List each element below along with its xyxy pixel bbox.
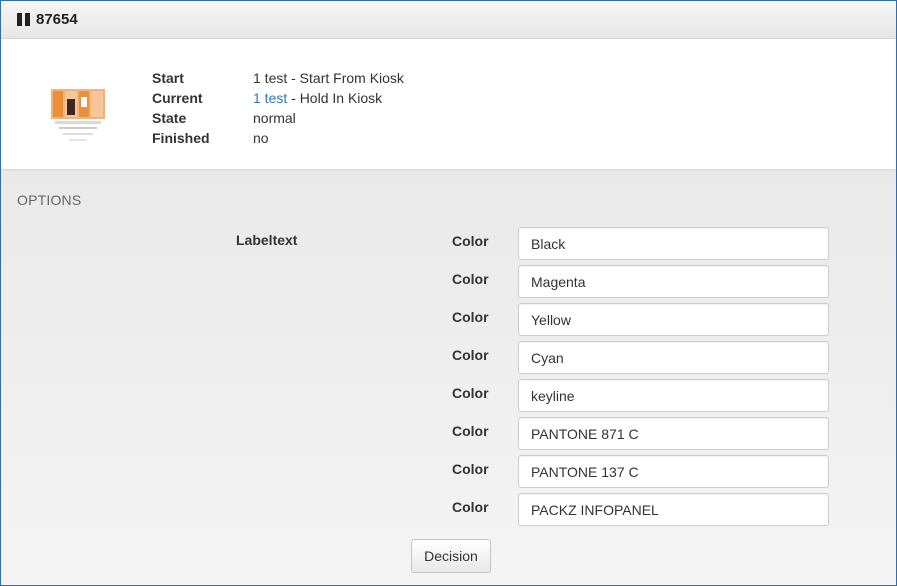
options-heading: OPTIONS — [17, 192, 82, 208]
artwork-thumbnail — [51, 89, 105, 141]
color-label: Color — [452, 385, 489, 401]
color-label: Color — [452, 461, 489, 477]
color-field-magenta[interactable] — [518, 265, 829, 298]
decision-button[interactable]: Decision — [411, 539, 491, 573]
color-field-keyline[interactable] — [518, 379, 829, 412]
color-field-cyan[interactable] — [518, 341, 829, 374]
color-field-black[interactable] — [518, 227, 829, 260]
task-window: 87654 Start 1 test - Start From Kiosk Cu… — [0, 0, 897, 586]
color-label: Color — [452, 423, 489, 439]
current-step-text: - Hold In Kiosk — [287, 90, 383, 106]
color-field-pantone-871[interactable] — [518, 417, 829, 450]
color-label: Color — [452, 233, 489, 249]
color-field-packz-infopanel[interactable] — [518, 493, 829, 526]
current-step-link[interactable]: 1 test — [253, 90, 287, 106]
labeltext-group-label: Labeltext — [236, 232, 298, 248]
info-panel: Start 1 test - Start From Kiosk Current … — [1, 39, 896, 170]
color-label: Color — [452, 499, 489, 515]
color-label: Color — [452, 309, 489, 325]
start-label: Start — [152, 70, 184, 86]
options-panel: OPTIONS Labeltext Color Color Color Colo… — [1, 171, 896, 585]
finished-label: Finished — [152, 130, 210, 146]
finished-value: no — [253, 130, 269, 146]
state-value: normal — [253, 110, 296, 126]
color-field-pantone-137[interactable] — [518, 455, 829, 488]
color-field-yellow[interactable] — [518, 303, 829, 336]
title-bar: 87654 — [1, 1, 896, 39]
current-value: 1 test - Hold In Kiosk — [253, 88, 382, 108]
current-label: Current — [152, 90, 203, 106]
task-title: 87654 — [36, 11, 78, 28]
pause-icon — [17, 13, 30, 26]
color-label: Color — [452, 271, 489, 287]
state-label: State — [152, 110, 187, 126]
color-label: Color — [452, 347, 489, 363]
start-value: 1 test - Start From Kiosk — [253, 70, 404, 86]
